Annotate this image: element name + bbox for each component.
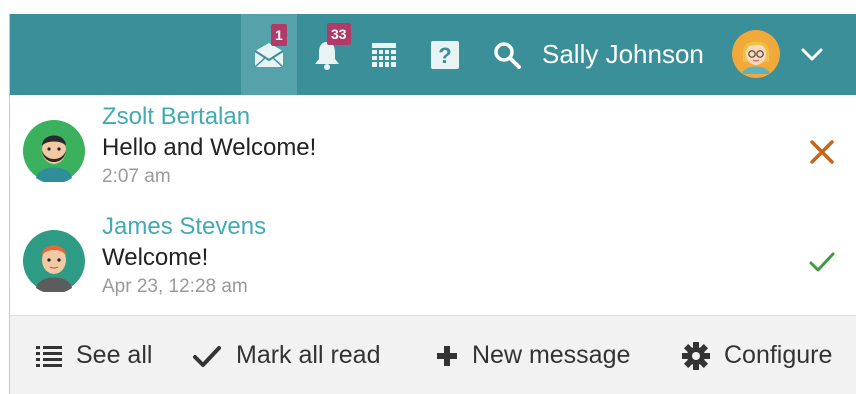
list-icon: [36, 345, 62, 367]
message-text: Welcome!: [102, 244, 209, 271]
new-message-button[interactable]: New message: [436, 316, 630, 394]
top-bar: 1 33 ? Sally Johnson: [10, 14, 856, 95]
user-name[interactable]: Sally Johnson: [542, 14, 704, 95]
help-icon: ?: [431, 40, 459, 69]
calendar-button[interactable]: [366, 14, 402, 95]
mark-all-read-label: Mark all read: [236, 341, 381, 369]
notifications-panel: 1 33 ? Sally Johnson Zsolt Bertalan Hell…: [9, 14, 856, 394]
message-time: 2:07 am: [102, 166, 171, 187]
see-all-label: See all: [76, 341, 153, 369]
dismiss-button[interactable]: [805, 135, 839, 169]
sender-avatar: [23, 230, 85, 294]
svg-text:?: ?: [438, 43, 451, 68]
help-button[interactable]: ?: [427, 14, 463, 95]
window-edge-top: [0, 0, 856, 14]
notifications-badge: 33: [327, 23, 351, 45]
message-text: Hello and Welcome!: [102, 134, 317, 161]
new-message-label: New message: [472, 341, 631, 369]
mark-all-read-button[interactable]: Mark all read: [192, 316, 381, 394]
search-icon: [493, 41, 521, 69]
message-time: Apr 23, 12:28 am: [102, 276, 248, 297]
gear-icon: [682, 341, 710, 370]
sender-name[interactable]: Zsolt Bertalan: [102, 103, 250, 131]
sender-name[interactable]: James Stevens: [102, 213, 266, 241]
message-item[interactable]: James Stevens Welcome! Apr 23, 12:28 am: [10, 205, 856, 316]
check-icon: [809, 252, 835, 272]
configure-button[interactable]: Configure: [682, 316, 832, 394]
close-icon: [810, 140, 834, 164]
user-menu-toggle[interactable]: [794, 14, 830, 95]
see-all-button[interactable]: See all: [36, 316, 152, 394]
messages-button[interactable]: 1: [241, 14, 297, 95]
sender-avatar: [23, 120, 85, 184]
avatar-image: [732, 30, 780, 78]
configure-label: Configure: [724, 341, 833, 369]
messages-badge: 1: [271, 24, 287, 46]
panel-footer: See all Mark all read New message Config…: [10, 315, 856, 394]
notifications-button[interactable]: 33: [307, 14, 351, 95]
check-icon: [192, 344, 222, 368]
window-edge-left: [0, 14, 9, 394]
calendar-icon: [371, 42, 397, 68]
chevron-down-icon: [801, 48, 823, 62]
message-item[interactable]: Zsolt Bertalan Hello and Welcome! 2:07 a…: [10, 95, 856, 206]
read-indicator[interactable]: [805, 245, 839, 279]
plus-icon: [436, 345, 458, 367]
search-button[interactable]: [487, 14, 527, 95]
user-avatar[interactable]: [732, 30, 780, 78]
